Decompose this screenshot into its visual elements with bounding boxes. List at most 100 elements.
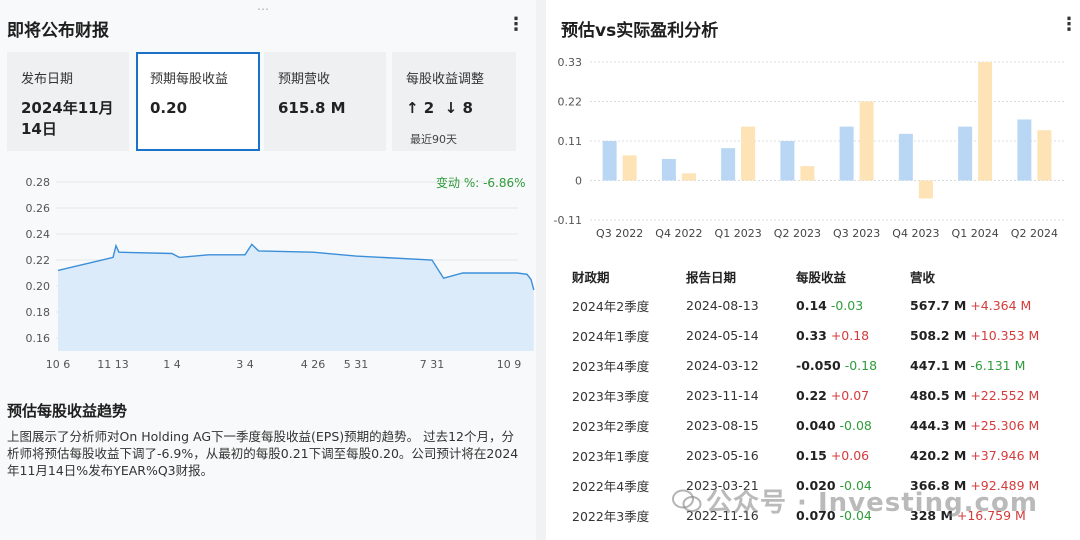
- card-label: 每股收益调整: [406, 72, 485, 87]
- estimate-bar[interactable]: [602, 141, 617, 181]
- revenue-value: 567.7 M: [910, 297, 967, 313]
- y-tick-label: 0.22: [558, 96, 583, 109]
- table-header-row: 财政期 报告日期 每股收益 营收: [564, 262, 1070, 290]
- y-tick-label: 0.20: [26, 280, 51, 293]
- table-row[interactable]: 2023年1季度 2023-05-16 0.15 +0.06 420.2 M +37.…: [564, 440, 1070, 470]
- revenue-diff: +37.946 M: [970, 447, 1040, 463]
- revenue-diff: -6.131 M: [970, 357, 1026, 373]
- cell-revenue: 420.2 M +37.946 M: [910, 440, 1070, 470]
- x-tick-label: Q4 2022: [655, 227, 702, 240]
- card-value: 0.20: [150, 99, 188, 117]
- y-tick-label: 0.16: [26, 332, 51, 345]
- cell-eps: 0.040 -0.08: [796, 410, 910, 440]
- y-tick-label: 0.18: [26, 306, 51, 319]
- estimate-bar[interactable]: [898, 133, 913, 181]
- eps-bar-chart: 0.33 0.22 0.11 0 -0.11 Q3 2022 Q4 2022 Q1 2023 Q…: [554, 56, 1064, 240]
- more-menu-icon[interactable]: ⋮: [507, 14, 525, 35]
- actual-bar[interactable]: [859, 101, 874, 181]
- x-tick-label: 1 4: [163, 358, 181, 371]
- cell-period: 2022年4季度: [572, 478, 650, 494]
- eps-diff: -0.08: [839, 417, 872, 433]
- eps-change-percent: 变动 %: -6.86%: [436, 176, 526, 190]
- table-row[interactable]: 2023年4季度 2024-03-12 -0.050 -0.18 447.1 M -6…: [564, 350, 1070, 380]
- cell-eps: 0.33 +0.18: [796, 320, 910, 350]
- actual-bar[interactable]: [741, 126, 756, 181]
- x-tick-label: Q1 2024: [952, 227, 999, 240]
- eps-value: 0.22: [796, 387, 827, 403]
- cell-revenue: 567.7 M +4.364 M: [910, 290, 1070, 320]
- table-row[interactable]: 2024年1季度 2024-05-14 0.33 +0.18 508.2 M +10.…: [564, 320, 1070, 350]
- eps-diff: +0.06: [830, 447, 870, 463]
- x-tick-label: Q1 2023: [715, 227, 762, 240]
- estimate-bar[interactable]: [661, 158, 676, 181]
- actual-bar[interactable]: [800, 166, 815, 181]
- eps-value: 0.15: [796, 447, 827, 463]
- x-tick-label: Q2 2023: [774, 227, 821, 240]
- estimate-bar[interactable]: [780, 141, 795, 181]
- cell-eps: -0.050 -0.18: [796, 350, 910, 380]
- card-expected-eps[interactable]: 预期每股收益 0.20: [136, 52, 260, 151]
- table-row[interactable]: 2023年2季度 2023-08-15 0.040 -0.08 444.3 M +25…: [564, 410, 1070, 440]
- estimate-bar[interactable]: [721, 148, 736, 181]
- eps-trend-chart: 0.28 0.26 0.24 0.22 0.20 0.18 0.16 10 6 11 13 1 4…: [26, 176, 535, 371]
- cell-revenue: 508.2 M +10.353 M: [910, 320, 1070, 350]
- col-header-date: 报告日期: [686, 269, 737, 285]
- estimate-bar[interactable]: [1017, 119, 1032, 181]
- upcoming-earnings-panel: ⋯ 即将公布财报 ⋮ 发布日期 2024年11月 14日 预期每股收益 0.20…: [0, 0, 536, 540]
- watermark-text: 公众号 · Investing.com: [706, 488, 1038, 518]
- revenue-diff: +25.306 M: [970, 417, 1040, 433]
- trend-heading: 预估每股收益趋势: [7, 402, 128, 420]
- eps-diff: +0.18: [830, 327, 870, 343]
- col-header-period: 财政期: [572, 269, 610, 285]
- drag-handle-icon[interactable]: ⋯: [257, 2, 270, 16]
- card-label: 预期营收: [278, 72, 331, 87]
- actual-bar[interactable]: [1037, 130, 1052, 181]
- wechat-icon: [672, 489, 702, 512]
- card-value: ↑ 2 ↓ 8: [406, 99, 473, 117]
- estimate-bar[interactable]: [839, 126, 854, 181]
- revenue-diff: +10.353 M: [970, 327, 1040, 343]
- card-value: 615.8 M: [278, 99, 346, 117]
- cell-date: 2024-08-13: [686, 297, 759, 313]
- y-tick-label: 0.28: [26, 176, 51, 189]
- actual-bar[interactable]: [978, 62, 993, 181]
- panel-title: 预估vs实际盈利分析: [561, 21, 719, 41]
- revenue-value: 420.2 M: [910, 447, 967, 463]
- revenue-value: 480.5 M: [910, 387, 967, 403]
- y-tick-label: 0.33: [558, 56, 583, 69]
- x-tick-label: Q3 2023: [833, 227, 880, 240]
- y-tick-label: 0: [575, 175, 582, 188]
- x-tick-label: 10 6: [46, 358, 71, 371]
- eps-diff: -0.18: [844, 357, 878, 373]
- eps-value: 0.14: [796, 297, 827, 313]
- cell-revenue: 444.3 M +25.306 M: [910, 410, 1070, 440]
- more-menu-icon[interactable]: ⋮: [1060, 14, 1078, 35]
- x-tick-label: Q2 2024: [1011, 227, 1058, 240]
- x-tick-label: 4 26: [301, 358, 326, 371]
- card-expected-revenue[interactable]: 预期营收 615.8 M: [264, 52, 386, 151]
- cell-period: 2023年2季度: [572, 418, 650, 434]
- cell-revenue: 447.1 M -6.131 M: [910, 350, 1070, 380]
- cell-period: 2023年4季度: [572, 358, 650, 374]
- estimate-bar[interactable]: [958, 126, 973, 181]
- trend-description: 上图展示了分析师对On Holding AG下一季度每股收益(EPS)预期的趋势…: [7, 429, 519, 478]
- cell-eps: 0.15 +0.06: [796, 440, 910, 470]
- card-release-date[interactable]: 发布日期 2024年11月 14日: [7, 52, 129, 151]
- y-tick-label: 0.24: [26, 228, 51, 241]
- revenue-value: 447.1 M: [910, 357, 967, 373]
- eps-value: 0.33: [796, 327, 827, 343]
- cell-date: 2023-11-14: [686, 387, 759, 403]
- actual-bar[interactable]: [918, 180, 933, 199]
- table-row[interactable]: 2024年2季度 2024-08-13 0.14 -0.03 567.7 M +4.3…: [564, 290, 1070, 320]
- actual-bar[interactable]: [681, 173, 696, 181]
- card-label: 发布日期: [21, 72, 74, 87]
- eps-value: 0.040: [796, 417, 836, 433]
- table-row[interactable]: 2023年3季度 2023-11-14 0.22 +0.07 480.5 M +22.…: [564, 380, 1070, 410]
- x-tick-label: Q3 2022: [596, 227, 643, 240]
- card-eps-revisions[interactable]: 每股收益调整 ↑ 2 ↓ 8 最近90天: [392, 52, 516, 151]
- eps-diff: -0.03: [830, 297, 864, 313]
- card-label: 预期每股收益: [150, 72, 229, 87]
- revenue-diff: +22.552 M: [970, 387, 1040, 403]
- actual-bar[interactable]: [622, 155, 637, 181]
- cell-period: 2022年3季度: [572, 508, 650, 524]
